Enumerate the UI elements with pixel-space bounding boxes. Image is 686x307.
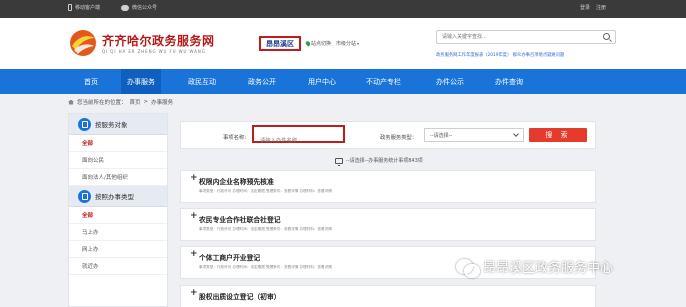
wechat-label: 微信公众号: [132, 5, 158, 11]
nav-item-user-center[interactable]: 用户中心: [308, 69, 336, 94]
sidebar-item-immediate[interactable]: 马上办: [69, 224, 167, 241]
monitor-icon: [335, 157, 343, 166]
main-content: 事项名称： 政务服务类型： --请选择-- 搜 索 --请选择--办事服务统计事…: [180, 113, 596, 307]
site-header: 齐齐哈尔政务服务网 QI QI HA ER ZHENG WU FU WU WAN…: [0, 18, 686, 69]
item-name-field-wrapper: [252, 125, 345, 148]
breadcrumb-current: 办事服务: [151, 100, 174, 106]
chevron-down-icon: [513, 131, 519, 137]
site-switcher[interactable]: 站点切换 市级分站 ▾: [304, 40, 360, 47]
wechat-link[interactable]: 微信公众号: [121, 4, 157, 11]
service-card[interactable]: + 股权出质设立登记（初审）: [180, 285, 596, 307]
expand-plus-icon[interactable]: +: [190, 211, 198, 221]
wechat-icon: [456, 258, 480, 278]
city-site-label: 市级分站: [336, 41, 357, 47]
site-subtitle: QI QI HA ER ZHENG WU FU WU WANG: [102, 49, 206, 54]
item-name-input[interactable]: [254, 134, 343, 148]
filter-sidebar: 按服务对象 全部 面向公民 面向法人/其他组织 按照办事类型 全部 马上办 网上…: [68, 113, 168, 307]
phone-icon: [68, 4, 72, 11]
service-title[interactable]: 个体工商户开业登记: [199, 252, 260, 262]
top-utility-bar: 移动客户端 微信公众号 登录 注册: [0, 0, 686, 18]
sidebar-item-citizens[interactable]: 面向公民: [69, 152, 167, 169]
site-search: [436, 30, 616, 44]
result-summary-text: --请选择--办事服务统计事项843项: [346, 158, 423, 164]
result-summary: --请选择--办事服务统计事项843项: [335, 157, 423, 166]
sidebar-item-type-all[interactable]: 全部: [69, 207, 167, 224]
sidebar-section-title: 按服务对象: [95, 121, 128, 129]
search-filter-bar: 事项名称： 政务服务类型： --请选择-- 搜 索: [180, 121, 596, 149]
nav-item-disclosure[interactable]: 政务公开: [248, 69, 276, 94]
sidebar-section-type: 按照办事类型: [69, 186, 167, 207]
service-type-value: --请选择--: [430, 132, 453, 139]
service-meta: 事项类型：行政许可 办理时间：法定期限 受理条件：查看详情 办理材料：查看详情: [199, 227, 332, 231]
nav-item-home[interactable]: 首页: [84, 69, 98, 94]
sidebar-item-legal-persons[interactable]: 面向法人/其他组织: [69, 169, 167, 186]
service-card[interactable]: + 权限内企业名称预先核准 事项类型：行政许可 办理时间：法定期限 受理条件：查…: [180, 170, 596, 203]
breadcrumb-prefix: 您当前所在的位置：: [77, 100, 127, 106]
service-title[interactable]: 权限内企业名称预先核准: [199, 176, 274, 186]
caret-down-icon: ▾: [357, 41, 360, 46]
page: 移动客户端 微信公众号 登录 注册 齐齐哈尔政务服务网 QI QI HA ER …: [0, 0, 686, 307]
watermark-text: 昂昂溪区政务服务中心: [483, 261, 614, 276]
switch-site-label: 站点切换: [311, 41, 332, 47]
nav-item-services[interactable]: 办事服务: [121, 69, 161, 94]
mobile-client-label: 移动客户端: [75, 5, 101, 11]
nav-item-publicity[interactable]: 办件公示: [436, 69, 464, 94]
nav-item-real-estate[interactable]: 不动产专栏: [366, 69, 401, 94]
service-title[interactable]: 农民专业合作社联合社登记: [199, 214, 281, 224]
service-meta: 事项类型：行政许可 办理时间：法定期限 受理条件：查看详情 办理材料：查看详情: [199, 189, 332, 193]
sidebar-item-audience-all[interactable]: 全部: [69, 135, 167, 152]
search-input[interactable]: [437, 31, 597, 43]
main-nav: 首页 办事服务 政民互动 政务公开 用户中心 不动产专栏 办件公示 办件查询: [0, 69, 686, 94]
search-button[interactable]: 搜 索: [529, 128, 587, 142]
wechat-watermark: 昂昂溪区政务服务中心: [456, 257, 614, 278]
mobile-client-link[interactable]: 移动客户端: [68, 4, 100, 11]
sidebar-item-nearby[interactable]: 就近办: [69, 258, 167, 275]
service-type-icon: [78, 190, 91, 203]
site-title[interactable]: 齐齐哈尔政务服务网: [102, 32, 215, 49]
service-title[interactable]: 股权出质设立登记（初审）: [199, 291, 281, 301]
login-link[interactable]: 登录: [580, 4, 590, 11]
breadcrumb-home[interactable]: 首页: [130, 98, 141, 106]
service-meta: 事项类型：行政许可 办理时间：法定期限 受理条件：查看详情 办理材料：查看详情: [199, 265, 332, 269]
register-link[interactable]: 注册: [596, 4, 606, 11]
sidebar-section-audience: 按服务对象: [69, 114, 167, 135]
expand-plus-icon[interactable]: +: [190, 288, 198, 298]
service-type-select[interactable]: --请选择--: [424, 128, 524, 142]
search-icon[interactable]: [603, 33, 610, 40]
sidebar-item-online[interactable]: 网上办: [69, 241, 167, 258]
sidebar-section-title: 按照办事类型: [95, 193, 134, 201]
service-card[interactable]: + 农民专业合作社联合社登记 事项类型：行政许可 办理时间：法定期限 受理条件：…: [180, 208, 596, 241]
expand-plus-icon[interactable]: +: [190, 249, 198, 259]
current-region: 昂昂溪区: [259, 36, 301, 51]
nav-item-query[interactable]: 办件查询: [495, 69, 523, 94]
breadcrumb: 您当前所在的位置： 首页 > 办事服务: [68, 98, 173, 106]
breadcrumb-separator: >: [143, 99, 149, 105]
site-logo-icon[interactable]: [68, 28, 98, 58]
item-name-label: 事项名称：: [223, 135, 250, 141]
audience-icon: [78, 118, 91, 131]
nav-item-interaction[interactable]: 政民互动: [188, 69, 216, 94]
service-type-label: 政务服务类型：: [380, 135, 418, 141]
expand-plus-icon[interactable]: +: [190, 173, 198, 183]
wechat-icon: [121, 4, 129, 11]
home-icon: [68, 99, 74, 105]
notice-link[interactable]: 政务服务网工作年度报表（2019年度） 群众办事百项堵点疑难问题: [436, 52, 564, 58]
